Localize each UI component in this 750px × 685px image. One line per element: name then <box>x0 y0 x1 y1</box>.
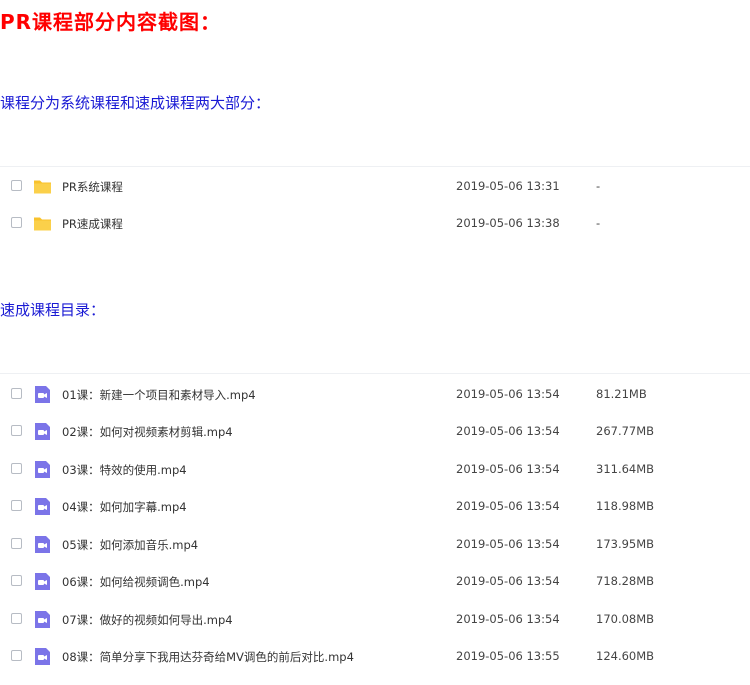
modified-date: 2019-05-06 13:54 <box>456 612 560 626</box>
file-name[interactable]: PR速成课程 <box>62 216 123 232</box>
video-row[interactable]: 02课：如何对视频素材剪辑.mp4 2019-05-06 13:54 267.7… <box>0 413 750 450</box>
folder-row[interactable]: PR速成课程 2019-05-06 13:38 - <box>0 205 750 242</box>
video-file-icon <box>35 573 50 590</box>
modified-date: 2019-05-06 13:54 <box>456 537 560 551</box>
divider <box>0 373 750 374</box>
page-heading: PR课程部分内容截图： <box>0 10 222 34</box>
file-name[interactable]: 01课：新建一个项目和素材导入.mp4 <box>62 387 256 403</box>
video-row[interactable]: 06课：如何给视频调色.mp4 2019-05-06 13:54 718.28M… <box>0 563 750 600</box>
modified-date: 2019-05-06 13:54 <box>456 499 560 513</box>
intro-text: 课程分为系统课程和速成课程两大部分： <box>0 94 271 112</box>
row-checkbox[interactable] <box>11 463 22 474</box>
video-row[interactable]: 04课：如何加字幕.mp4 2019-05-06 13:54 118.98MB <box>0 488 750 525</box>
video-row[interactable]: 07课：做好的视频如何导出.mp4 2019-05-06 13:54 170.0… <box>0 601 750 638</box>
modified-date: 2019-05-06 13:38 <box>456 216 560 230</box>
file-size: - <box>596 179 601 193</box>
file-size: 81.21MB <box>596 387 647 401</box>
folder-icon <box>34 180 51 194</box>
video-file-icon <box>35 536 50 553</box>
modified-date: 2019-05-06 13:54 <box>456 462 560 476</box>
file-name[interactable]: 05课：如何添加音乐.mp4 <box>62 537 198 553</box>
video-file-icon <box>35 386 50 403</box>
row-checkbox[interactable] <box>11 180 22 191</box>
file-name[interactable]: 03课：特效的使用.mp4 <box>62 462 187 478</box>
video-file-icon <box>35 648 50 665</box>
video-file-icon <box>35 498 50 515</box>
file-size: 718.28MB <box>596 574 655 588</box>
video-file-icon <box>35 423 50 440</box>
file-name[interactable]: 07课：做好的视频如何导出.mp4 <box>62 612 233 628</box>
video-row[interactable]: 03课：特效的使用.mp4 2019-05-06 13:54 311.64MB <box>0 451 750 488</box>
video-file-icon <box>35 611 50 628</box>
divider <box>0 166 750 167</box>
file-size: 267.77MB <box>596 424 655 438</box>
row-checkbox[interactable] <box>11 613 22 624</box>
file-size: 118.98MB <box>596 499 655 513</box>
row-checkbox[interactable] <box>11 425 22 436</box>
modified-date: 2019-05-06 13:54 <box>456 387 560 401</box>
file-name[interactable]: 04课：如何加字幕.mp4 <box>62 499 187 515</box>
video-row[interactable]: 01课：新建一个项目和素材导入.mp4 2019-05-06 13:54 81.… <box>0 376 750 413</box>
file-size: - <box>596 216 601 230</box>
folder-icon <box>34 217 51 231</box>
row-checkbox[interactable] <box>11 575 22 586</box>
row-checkbox[interactable] <box>11 650 22 661</box>
file-name[interactable]: PR系统课程 <box>62 179 123 195</box>
modified-date: 2019-05-06 13:54 <box>456 424 560 438</box>
file-size: 311.64MB <box>596 462 655 476</box>
file-size: 170.08MB <box>596 612 655 626</box>
file-name[interactable]: 06课：如何给视频调色.mp4 <box>62 574 210 590</box>
row-checkbox[interactable] <box>11 217 22 228</box>
modified-date: 2019-05-06 13:54 <box>456 574 560 588</box>
file-size: 124.60MB <box>596 649 655 663</box>
folder-row[interactable]: PR系统课程 2019-05-06 13:31 - <box>0 168 750 205</box>
row-checkbox[interactable] <box>11 538 22 549</box>
row-checkbox[interactable] <box>11 388 22 399</box>
file-name[interactable]: 08课：简单分享下我用达芬奇给MV调色的前后对比.mp4 <box>62 649 354 665</box>
video-file-icon <box>35 461 50 478</box>
video-row[interactable]: 05课：如何添加音乐.mp4 2019-05-06 13:54 173.95MB <box>0 526 750 563</box>
video-row[interactable]: 08课：简单分享下我用达芬奇给MV调色的前后对比.mp4 2019-05-06 … <box>0 638 750 675</box>
file-size: 173.95MB <box>596 537 655 551</box>
modified-date: 2019-05-06 13:31 <box>456 179 560 193</box>
modified-date: 2019-05-06 13:55 <box>456 649 560 663</box>
file-name[interactable]: 02课：如何对视频素材剪辑.mp4 <box>62 424 233 440</box>
row-checkbox[interactable] <box>11 500 22 511</box>
section-label: 速成课程目录： <box>0 301 106 319</box>
